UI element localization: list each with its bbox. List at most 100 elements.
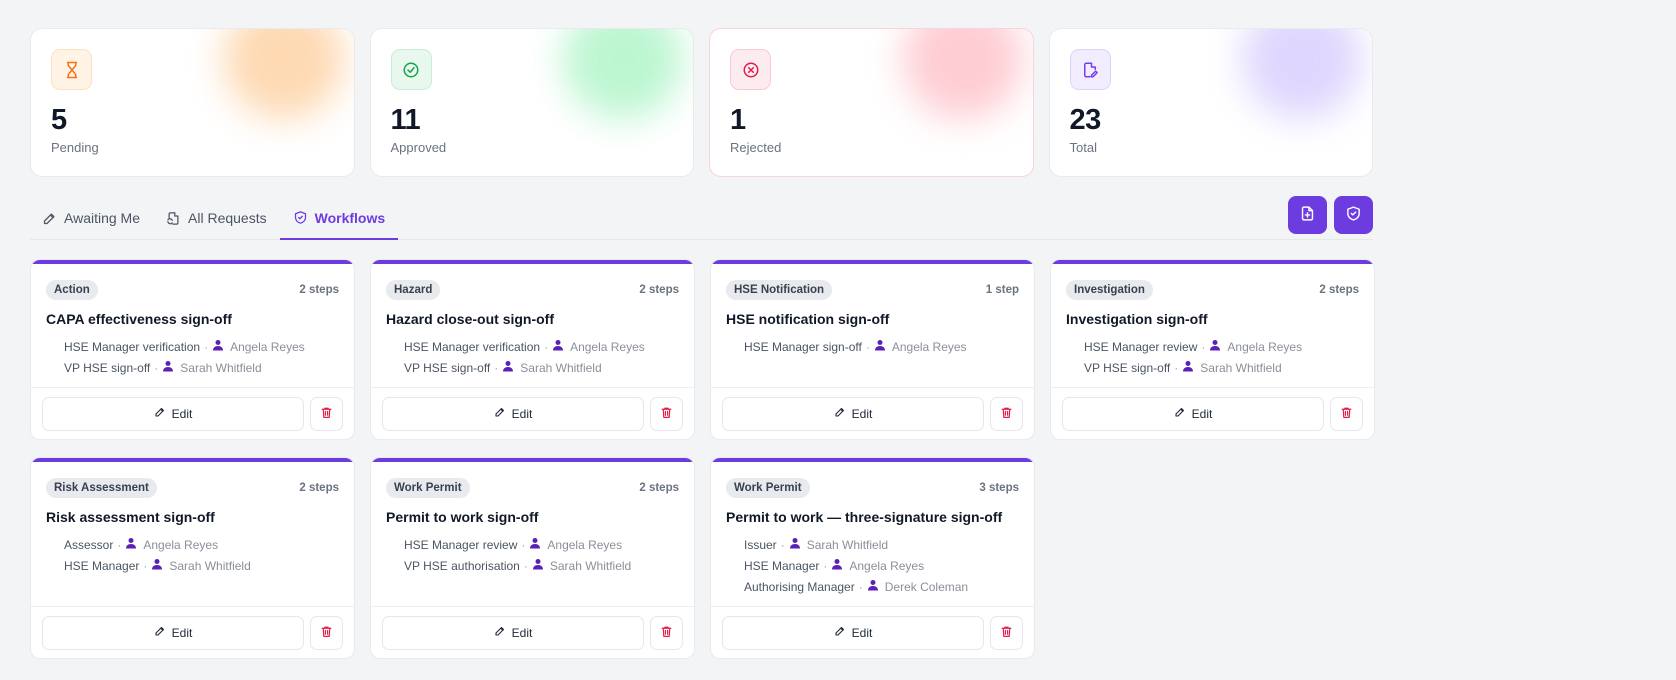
stat-label: Pending xyxy=(51,140,99,155)
workflow-title: Hazard close-out sign-off xyxy=(386,311,555,327)
approver-step: HSE Manager · Sarah Whitfield xyxy=(64,558,251,573)
tab-all-requests[interactable]: All Requests xyxy=(153,197,280,239)
edit-button[interactable]: Edit xyxy=(1062,396,1324,431)
approver-role: Issuer xyxy=(744,537,777,552)
approver-name: Angela Reyes xyxy=(1227,339,1303,354)
edit-button[interactable]: Edit xyxy=(42,396,304,431)
new-workflow-button[interactable] xyxy=(1334,196,1373,234)
approver-name: Angela Reyes xyxy=(143,537,219,552)
approver-list: HSE Manager sign-off · Angela Reyes xyxy=(726,336,1019,357)
step-count: 2 steps xyxy=(639,482,679,494)
file-plus-icon xyxy=(1299,205,1316,225)
approver-list: HSE Manager verification · Angela Reyes VP… xyxy=(386,336,679,378)
edit-button[interactable]: Edit xyxy=(382,396,644,431)
user-icon xyxy=(789,537,801,552)
toolbar-actions xyxy=(1288,196,1373,234)
user-icon xyxy=(125,537,137,552)
approver-step: HSE Manager verification · Angela Reyes xyxy=(404,339,645,354)
user-icon xyxy=(831,558,843,573)
stat-card-rejected: 1 Rejected xyxy=(709,28,1034,177)
delete-button[interactable] xyxy=(650,615,683,650)
approvals-dashboard: 5 Pending 11 Approved 1 Rejected 23 Tota… xyxy=(30,28,1375,659)
file-refresh-icon xyxy=(166,211,181,226)
approver-name: Angela Reyes xyxy=(891,339,967,354)
stat-card-total: 23 Total xyxy=(1048,28,1373,177)
approver-step: VP HSE sign-off · Sarah Whitfield xyxy=(64,360,262,375)
approver-list: Assessor · Angela Reyes HSE Manager · Sarah … xyxy=(46,534,339,576)
approver-list: HSE Manager review · Angela Reyes VP HSE s… xyxy=(1066,336,1359,378)
approver-role: HSE Manager xyxy=(744,558,820,573)
approver-role: HSE Manager verification xyxy=(404,339,541,354)
category-badge: Investigation xyxy=(1066,280,1153,300)
edit-button[interactable]: Edit xyxy=(382,615,644,650)
approver-step: Issuer · Sarah Whitfield xyxy=(744,537,889,552)
approver-list: Issuer · Sarah Whitfield HSE Manager · Angel… xyxy=(726,534,1019,597)
workflow-card: Investigation 2 steps Investigation sign… xyxy=(1050,259,1375,440)
pencil-icon xyxy=(154,625,166,640)
user-icon xyxy=(162,360,174,375)
approver-name: Sarah Whitfield xyxy=(806,537,889,552)
delete-button[interactable] xyxy=(1330,396,1363,431)
approver-role: HSE Manager sign-off xyxy=(744,339,862,354)
stat-value: 1 xyxy=(730,104,746,136)
edit-button[interactable]: Edit xyxy=(722,615,984,650)
approver-name: Sarah Whitfield xyxy=(180,360,262,375)
edit-label: Edit xyxy=(1191,406,1213,421)
delete-button[interactable] xyxy=(990,396,1023,431)
tab-awaiting-me[interactable]: Awaiting Me xyxy=(30,197,153,239)
workflow-card: Hazard 2 steps Hazard close-out sign-off… xyxy=(370,259,695,440)
approver-role: HSE Manager review xyxy=(1084,339,1198,354)
approver-name: Angela Reyes xyxy=(849,558,925,573)
edit-label: Edit xyxy=(511,406,533,421)
approver-name: Sarah Whitfield xyxy=(169,558,251,573)
delete-button[interactable] xyxy=(650,396,683,431)
approver-step: Authorising Manager · Derek Coleman xyxy=(744,579,969,594)
tab-workflows[interactable]: Workflows xyxy=(279,197,399,240)
stat-label: Approved xyxy=(390,140,447,155)
user-icon xyxy=(532,558,544,573)
user-icon xyxy=(552,339,564,354)
delete-button[interactable] xyxy=(990,615,1023,650)
workflow-card: Risk Assessment 2 steps Risk assessment … xyxy=(30,457,355,659)
x-circle-icon xyxy=(730,49,771,90)
user-icon xyxy=(1209,339,1221,354)
workflow-card: Work Permit 3 steps Permit to work — thr… xyxy=(710,457,1035,659)
new-request-button[interactable] xyxy=(1288,196,1327,234)
stat-value: 5 xyxy=(51,104,67,136)
trash-icon xyxy=(320,625,333,641)
approver-step: HSE Manager verification · Angela Reyes xyxy=(64,339,305,354)
user-icon xyxy=(1182,360,1194,375)
stat-value: 23 xyxy=(1069,104,1102,136)
edit-label: Edit xyxy=(171,625,193,640)
workflow-card: Work Permit 2 steps Permit to work sign-… xyxy=(370,457,695,659)
category-badge: Action xyxy=(46,280,98,300)
workflow-title: CAPA effectiveness sign-off xyxy=(46,311,232,327)
edit-button[interactable]: Edit xyxy=(42,615,304,650)
approver-role: HSE Manager xyxy=(64,558,140,573)
trash-icon xyxy=(320,406,333,422)
edit-button[interactable]: Edit xyxy=(722,396,984,431)
approver-name: Angela Reyes xyxy=(570,339,645,354)
shield-check-icon xyxy=(1345,205,1362,225)
approver-role: VP HSE authorisation xyxy=(404,558,520,573)
category-badge: Hazard xyxy=(386,280,441,300)
step-count: 2 steps xyxy=(299,482,339,494)
trash-icon xyxy=(660,406,673,422)
delete-button[interactable] xyxy=(310,615,343,650)
approver-step: HSE Manager · Angela Reyes xyxy=(744,558,925,573)
pencil-icon xyxy=(834,625,846,640)
stats-row: 5 Pending 11 Approved 1 Rejected 23 Tota… xyxy=(30,28,1373,177)
shield-check-icon xyxy=(293,210,308,225)
approver-step: VP HSE authorisation · Sarah Whitfield xyxy=(404,558,632,573)
tab-label: Workflows xyxy=(314,209,386,226)
approver-name: Sarah Whitfield xyxy=(1200,360,1282,375)
file-edit-icon xyxy=(1069,49,1111,90)
approver-name: Derek Coleman xyxy=(884,579,969,594)
delete-button[interactable] xyxy=(310,396,343,431)
approver-role: HSE Manager review xyxy=(404,537,518,552)
approver-role: VP HSE sign-off xyxy=(1084,360,1171,375)
stat-label: Total xyxy=(1069,140,1097,155)
pencil-icon xyxy=(42,211,57,226)
approver-role: VP HSE sign-off xyxy=(404,360,491,375)
approver-step: Assessor · Angela Reyes xyxy=(64,537,219,552)
